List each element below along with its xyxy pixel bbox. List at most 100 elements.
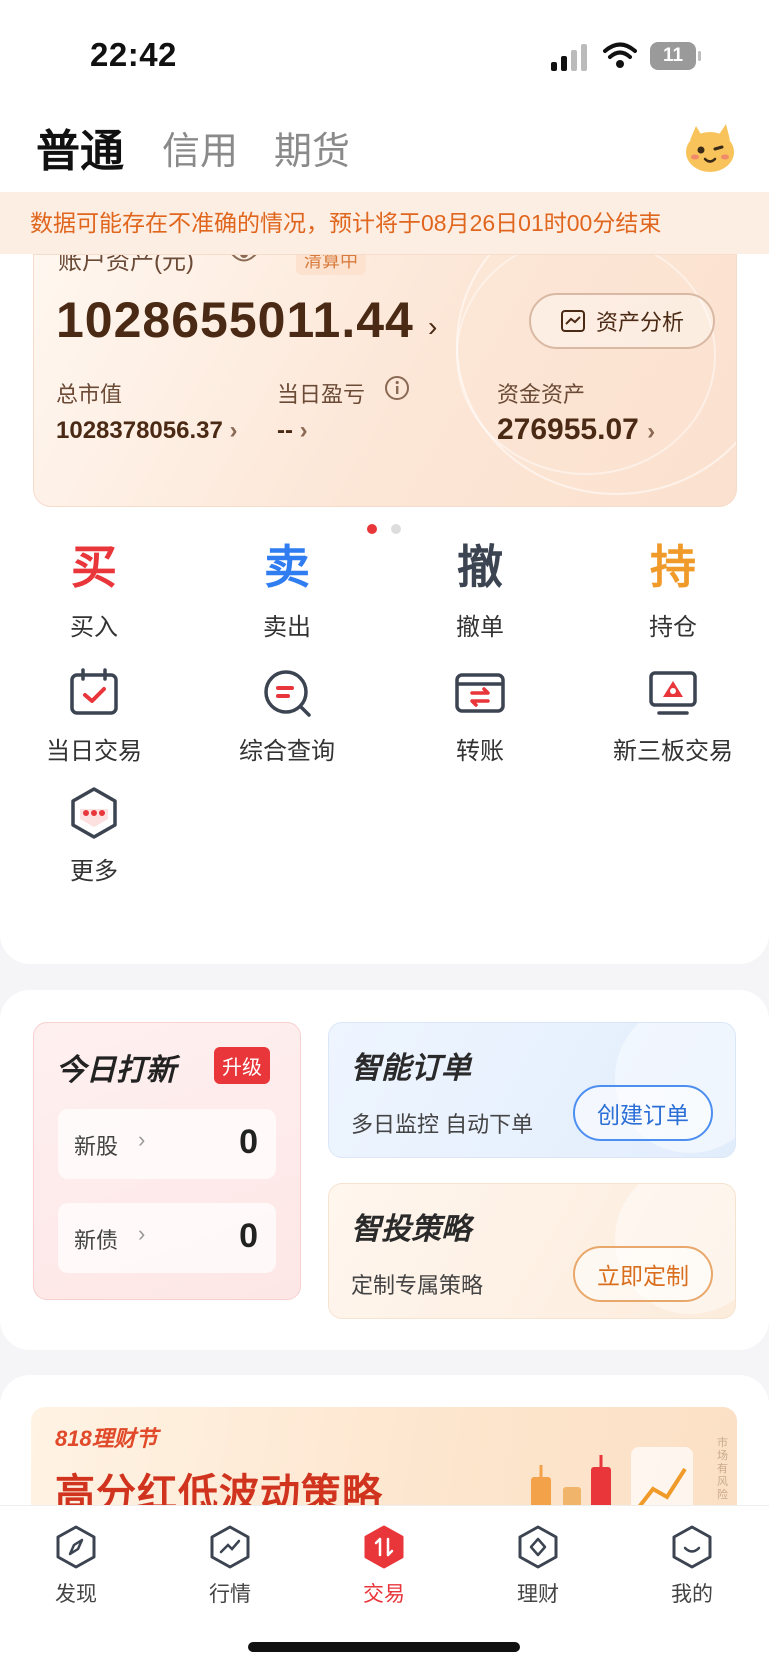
trade-main-section: 账户资产(元) 清算中 1028655011.44 › 资产分析 总市值 102…: [0, 254, 769, 964]
create-order-button[interactable]: 创建订单: [573, 1085, 713, 1141]
positions-glyph-icon: 持: [650, 541, 696, 593]
card-pager: [0, 524, 769, 536]
nav-wealth[interactable]: 理财: [488, 1524, 588, 1608]
daily-trades-button[interactable]: 当日交易: [4, 665, 184, 766]
nav-discover-label: 发现: [55, 1583, 97, 1606]
analysis-chart-icon: [560, 310, 585, 332]
mascot-avatar-icon[interactable]: [682, 122, 738, 174]
cash-assets-label: 资金资产: [497, 382, 586, 407]
battery-indicator: 11: [650, 42, 701, 70]
banner-tag: 818理财节: [55, 1426, 158, 1451]
neeq-trade-button[interactable]: 新三板交易: [583, 665, 763, 766]
info-icon[interactable]: [384, 375, 410, 401]
new-bonds-row[interactable]: 新债 › 0: [58, 1203, 276, 1273]
smart-order-subtitle: 多日监控 自动下单: [351, 1112, 534, 1137]
smart-strategy-title: 智投策略: [351, 1213, 471, 1246]
transfer-button[interactable]: 转账: [390, 665, 570, 766]
asset-analysis-label: 资产分析: [595, 310, 684, 335]
pager-dot[interactable]: [391, 524, 401, 534]
cancel-glyph-icon: 撤: [457, 541, 503, 593]
chevron-right-icon: ›: [138, 1127, 146, 1152]
new-stocks-count: 0: [239, 1123, 258, 1161]
transfer-label: 转账: [456, 738, 504, 765]
chevron-right-icon: ›: [138, 1221, 146, 1246]
transfer-card-icon: [455, 673, 505, 713]
query-label: 综合查询: [239, 738, 335, 765]
more-label: 更多: [70, 858, 118, 885]
bottom-nav: 发现 行情 交易 理财 我的: [0, 1505, 769, 1665]
trend-icon: [210, 1525, 250, 1569]
smart-strategy-subtitle: 定制专属策略: [351, 1273, 484, 1298]
buy-button[interactable]: 买 买入: [4, 537, 184, 642]
ipo-title: 今日打新: [56, 1054, 176, 1087]
market-value[interactable]: 1028378056.37 ›: [56, 417, 238, 445]
smart-order-title: 智能订单: [351, 1052, 471, 1085]
clearing-status-badge: 清算中: [296, 255, 366, 275]
chevron-right-icon[interactable]: ›: [428, 311, 437, 343]
cancel-order-button[interactable]: 撤 撤单: [390, 537, 570, 642]
more-hexagon-icon: [71, 787, 117, 839]
nav-profile[interactable]: 我的: [642, 1524, 742, 1608]
new-bonds-count: 0: [239, 1217, 258, 1255]
total-assets-value[interactable]: 1028655011.44: [56, 291, 414, 349]
nav-trade-label: 交易: [363, 1583, 405, 1606]
positions-label: 持仓: [649, 614, 697, 641]
trade-icon: [364, 1525, 404, 1569]
sell-button[interactable]: 卖 卖出: [197, 537, 377, 642]
nav-wealth-label: 理财: [517, 1583, 559, 1606]
nav-discover[interactable]: 发现: [26, 1524, 126, 1608]
wifi-icon: [603, 42, 637, 68]
upgrade-badge[interactable]: 升级: [214, 1047, 270, 1084]
battery-tip: [698, 51, 701, 61]
more-button[interactable]: 更多: [4, 785, 184, 886]
smart-order-card[interactable]: 智能订单 多日监控 自动下单 创建订单: [328, 1022, 736, 1158]
neeq-trade-label: 新三板交易: [613, 738, 733, 765]
clearing-notice-text: 数据可能存在不准确的情况，预计将于08月26日01时00分结束: [30, 210, 662, 236]
market-value-label: 总市值: [56, 382, 123, 407]
nav-trade[interactable]: 交易: [334, 1524, 434, 1608]
buy-glyph-icon: 买: [71, 541, 117, 593]
asset-analysis-button[interactable]: 资产分析: [529, 293, 715, 349]
profile-icon: [672, 1525, 712, 1569]
status-time: 22:42: [90, 36, 177, 73]
new-stocks-row[interactable]: 新股 › 0: [58, 1109, 276, 1179]
daily-pnl-value[interactable]: -- ›: [277, 417, 308, 445]
risk-disclaimer: 市场有风险: [717, 1437, 728, 1501]
nav-profile-label: 我的: [671, 1583, 713, 1606]
monitor-chart-icon: [649, 671, 697, 715]
pager-dot-active[interactable]: [367, 524, 377, 534]
tab-credit[interactable]: 信用: [162, 120, 238, 175]
home-indicator[interactable]: [248, 1642, 520, 1652]
nav-market[interactable]: 行情: [180, 1524, 280, 1608]
new-bonds-label: 新债: [74, 1228, 119, 1253]
cancel-order-label: 撤单: [456, 614, 504, 641]
calendar-check-icon: [70, 668, 118, 715]
wealth-icon: [518, 1525, 558, 1569]
nav-market-label: 行情: [209, 1583, 251, 1606]
feature-cards-section: 今日打新 升级 新股 › 0 新债 › 0 智能订单 多日监控 自动下单 创建订…: [0, 990, 769, 1350]
new-stocks-label: 新股: [74, 1134, 119, 1159]
battery-level: 11: [650, 42, 696, 70]
smart-strategy-card[interactable]: 智投策略 定制专属策略 立即定制: [328, 1183, 736, 1319]
buy-label: 买入: [70, 614, 118, 641]
cash-assets-value[interactable]: 276955.07 ›: [497, 413, 655, 447]
query-button[interactable]: 综合查询: [197, 665, 377, 766]
tab-normal[interactable]: 普通: [36, 115, 124, 179]
positions-button[interactable]: 持 持仓: [583, 537, 763, 642]
account-type-tabs: 普通 信用 期货: [0, 110, 769, 192]
sell-glyph-icon: 卖: [264, 541, 310, 593]
sell-label: 卖出: [263, 614, 311, 641]
eye-icon[interactable]: [230, 254, 258, 265]
tab-futures[interactable]: 期货: [274, 120, 350, 175]
ipo-card[interactable]: 今日打新 升级 新股 › 0 新债 › 0: [33, 1022, 301, 1300]
asset-card[interactable]: 账户资产(元) 清算中 1028655011.44 › 资产分析 总市值 102…: [33, 254, 737, 507]
clearing-notice-bar[interactable]: 数据可能存在不准确的情况，预计将于08月26日01时00分结束: [0, 192, 769, 254]
cellular-signal-icon: [551, 44, 587, 71]
asset-label: 账户资产(元): [58, 254, 194, 275]
daily-trades-label: 当日交易: [46, 738, 142, 765]
compass-icon: [56, 1525, 96, 1569]
customize-now-button[interactable]: 立即定制: [573, 1246, 713, 1302]
daily-pnl-label: 当日盈亏: [277, 382, 366, 407]
search-query-icon: [264, 670, 311, 717]
status-bar: 22:42 11: [0, 0, 769, 110]
